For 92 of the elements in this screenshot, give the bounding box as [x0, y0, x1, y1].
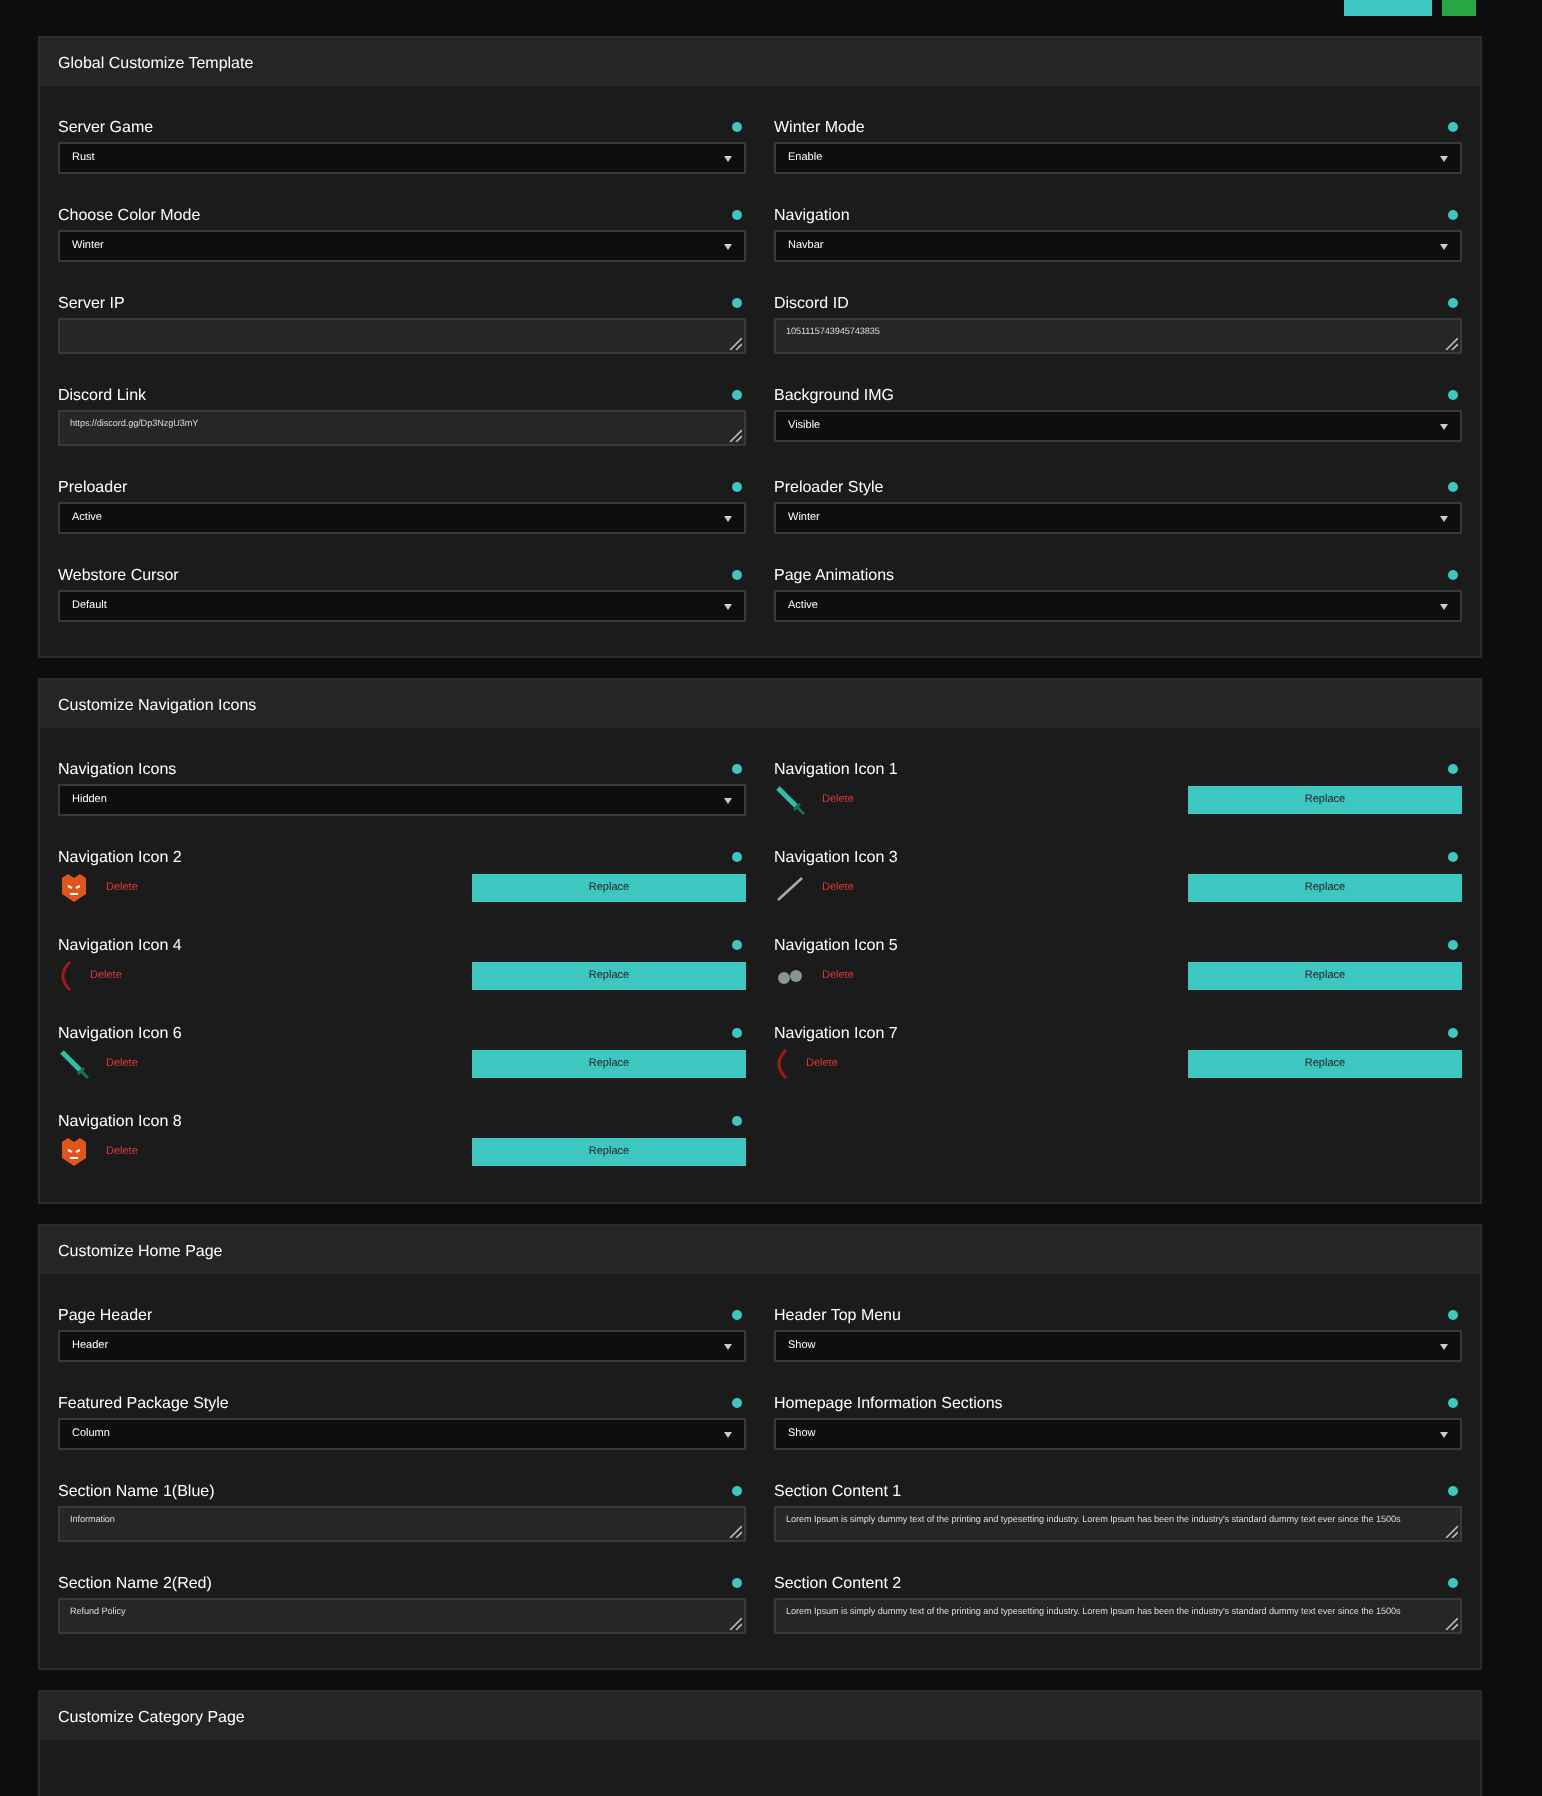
- field-label: Choose Color Mode: [58, 205, 201, 223]
- field-label: Server IP: [58, 293, 125, 311]
- info-dot-icon: [1448, 1485, 1458, 1495]
- field-label: Background IMG: [774, 385, 895, 403]
- caret-icon: [724, 155, 732, 161]
- info-dot-icon: [1448, 389, 1458, 399]
- info-dot-icon: [732, 939, 742, 949]
- info-dot-icon: [732, 209, 742, 219]
- field-label: Server Game: [58, 117, 154, 135]
- info-dot-icon: [1448, 1027, 1458, 1037]
- info-dot-icon: [1448, 1309, 1458, 1319]
- field-label: Header Top Menu: [774, 1305, 901, 1323]
- info-dot-icon: [732, 1397, 742, 1407]
- info-dot-icon: [1448, 297, 1458, 307]
- sword-icon: [58, 1048, 90, 1080]
- info-dot-icon: [732, 1485, 742, 1495]
- field-label: Navigation Icon 6: [58, 1023, 182, 1041]
- bow-icon: [774, 1048, 790, 1080]
- info-dot-icon: [1448, 1397, 1458, 1407]
- field-label: Section Name 1(Blue): [58, 1481, 215, 1499]
- panel-title: Global Customize Template: [40, 38, 1480, 86]
- caret-icon: [1440, 515, 1448, 521]
- caret-icon: [1440, 423, 1448, 429]
- field-label: Navigation Icon 1: [774, 759, 898, 777]
- info-dot-icon: [1448, 481, 1458, 491]
- field-label: Navigation Icon 8: [58, 1111, 182, 1129]
- field-label: Winter Mode: [774, 117, 865, 135]
- field-label: Navigation Icon 2: [58, 847, 182, 865]
- resize-grip-icon: [1444, 1524, 1458, 1538]
- field-label: Discord ID: [774, 293, 849, 311]
- resize-grip-icon: [728, 336, 742, 350]
- caret-icon: [1440, 243, 1448, 249]
- field-label: Navigation Icon 7: [774, 1023, 898, 1041]
- text-field[interactable]: [58, 318, 746, 354]
- caret-icon: [1440, 603, 1448, 609]
- caret-icon: [724, 243, 732, 249]
- field-label: Preloader Style: [774, 477, 884, 495]
- info-dot-icon: [1448, 763, 1458, 773]
- info-dot-icon: [732, 1115, 742, 1125]
- caret-icon: [1440, 1431, 1448, 1437]
- field-label: Discord Link: [58, 385, 147, 403]
- panel-title: Customize Home Page: [40, 1226, 1480, 1274]
- field-label: Featured Package Style: [58, 1393, 229, 1411]
- resize-grip-icon: [1444, 1616, 1458, 1630]
- bow-icon: [58, 960, 74, 992]
- caret-icon: [1440, 155, 1448, 161]
- info-dot-icon: [1448, 121, 1458, 131]
- field-label: Webstore Cursor: [58, 565, 179, 583]
- field-label: Navigation: [774, 205, 850, 223]
- caret-icon: [1440, 1343, 1448, 1349]
- info-dot-icon: [732, 851, 742, 861]
- action-button[interactable]: [1442, 0, 1476, 16]
- info-dot-icon: [732, 1027, 742, 1037]
- info-dot-icon: [732, 1577, 742, 1587]
- field-label: Section Content 1: [774, 1481, 902, 1499]
- caret-icon: [724, 603, 732, 609]
- field-label: Section Name 2(Red): [58, 1573, 212, 1591]
- field-label: Section Content 2: [774, 1573, 902, 1591]
- resize-grip-icon: [1444, 336, 1458, 350]
- caret-icon: [724, 515, 732, 521]
- info-dot-icon: [732, 569, 742, 579]
- caret-icon: [724, 797, 732, 803]
- panel-title: Customize Category Page: [40, 1692, 1480, 1740]
- resize-grip-icon: [728, 1524, 742, 1538]
- field-label: Homepage Information Sections: [774, 1393, 1003, 1411]
- tiger-face-icon: [58, 1136, 90, 1168]
- caret-icon: [724, 1431, 732, 1437]
- info-dot-icon: [732, 297, 742, 307]
- info-dot-icon: [732, 389, 742, 399]
- field-label: Navigation Icon 5: [774, 935, 898, 953]
- field-label: Page Header: [58, 1305, 153, 1323]
- tiger-face-icon: [58, 872, 90, 904]
- field-label: Page Animations: [774, 565, 895, 583]
- info-dot-icon: [1448, 569, 1458, 579]
- resize-grip-icon: [728, 1616, 742, 1630]
- field-label: Navigation Icons: [58, 759, 177, 777]
- info-dot-icon: [732, 481, 742, 491]
- action-button[interactable]: [1344, 0, 1432, 16]
- info-dot-icon: [1448, 1577, 1458, 1587]
- info-dot-icon: [1448, 209, 1458, 219]
- info-dot-icon: [1448, 851, 1458, 861]
- info-dot-icon: [732, 763, 742, 773]
- field-label: Navigation Icon 3: [774, 847, 898, 865]
- panel-title: Customize Navigation Icons: [40, 680, 1480, 728]
- info-dot-icon: [1448, 939, 1458, 949]
- field-label: Preloader: [58, 477, 128, 495]
- resize-grip-icon: [728, 428, 742, 442]
- info-dot-icon: [732, 1309, 742, 1319]
- info-dot-icon: [732, 121, 742, 131]
- caret-icon: [724, 1343, 732, 1349]
- sword-icon: [774, 784, 806, 816]
- field-label: Navigation Icon 4: [58, 935, 182, 953]
